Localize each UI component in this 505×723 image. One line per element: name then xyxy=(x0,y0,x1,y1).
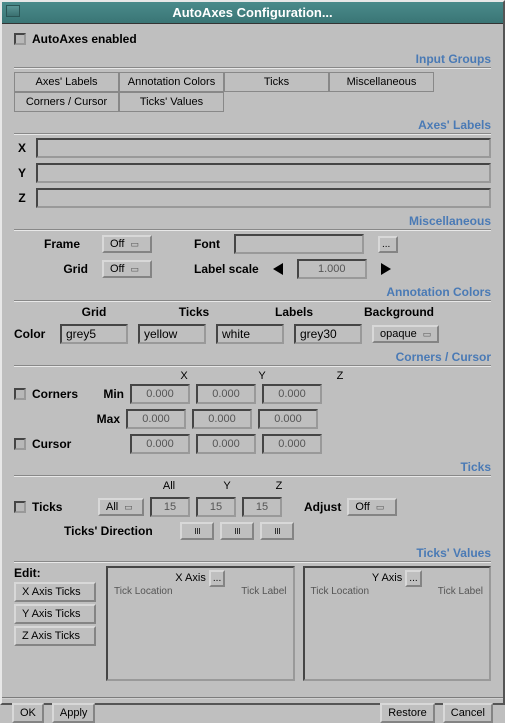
y-lab-h: Tick Label xyxy=(438,586,483,597)
frame-label: Frame xyxy=(44,237,88,251)
btn-annotation-colors[interactable]: Annotation Colors xyxy=(119,72,224,92)
cursor-z[interactable] xyxy=(262,434,322,454)
ticks-dir-z[interactable] xyxy=(260,522,294,540)
corners-max-z[interactable] xyxy=(258,409,318,429)
x-axis-ticks-button[interactable]: X Axis Ticks xyxy=(14,582,96,602)
label-scale-increment[interactable] xyxy=(381,263,391,275)
btn-ticks-values[interactable]: Ticks' Values xyxy=(119,92,224,112)
adjust-dropdown[interactable]: Off▭ xyxy=(347,498,397,516)
ticks-checkbox[interactable] xyxy=(14,501,26,513)
font-input[interactable] xyxy=(234,234,364,254)
color-row-label: Color xyxy=(14,327,50,341)
y-loc-h: Tick Location xyxy=(311,586,370,597)
btn-axes-labels[interactable]: Axes' Labels xyxy=(14,72,119,92)
cursor-label: Cursor xyxy=(32,437,88,451)
x-axis-header: X Axis xyxy=(175,572,206,584)
ticks-dir-x[interactable] xyxy=(180,522,214,540)
window-title: AutoAxes Configuration... xyxy=(172,5,332,20)
y-axis-ticks-button[interactable]: Y Axis Ticks xyxy=(14,604,96,624)
ticks-y-h: Y xyxy=(214,480,240,492)
cursor-x[interactable] xyxy=(130,434,190,454)
ticks-label: Ticks xyxy=(32,500,92,514)
window-titlebar: AutoAxes Configuration... xyxy=(2,2,503,24)
color-labels-input[interactable] xyxy=(216,324,284,344)
corners-checkbox[interactable] xyxy=(14,388,26,400)
section-anno-colors: Annotation Colors xyxy=(14,285,491,299)
section-input-groups: Input Groups xyxy=(14,52,491,66)
cancel-button[interactable]: Cancel xyxy=(443,703,493,723)
max-label: Max xyxy=(90,412,120,426)
footer-bar: OK Apply Restore Cancel xyxy=(2,697,503,723)
edit-label: Edit: xyxy=(14,566,98,580)
frame-dropdown[interactable]: Off▭ xyxy=(102,235,152,253)
ticks-dir-label: Ticks' Direction xyxy=(64,524,174,538)
ticks-z-n[interactable] xyxy=(242,497,282,517)
font-browse-button[interactable]: ... xyxy=(378,236,398,253)
restore-button[interactable]: Restore xyxy=(380,703,435,723)
btn-misc[interactable]: Miscellaneous xyxy=(329,72,434,92)
color-labels-h: Labels xyxy=(264,305,324,319)
input-groups-buttons: Axes' Labels Annotation Colors Ticks Mis… xyxy=(14,72,491,112)
y-axis-more[interactable]: ... xyxy=(405,570,421,587)
color-bg-input[interactable] xyxy=(294,324,362,344)
section-ticks-values: Ticks' Values xyxy=(14,546,491,560)
ticks-all-n[interactable] xyxy=(150,497,190,517)
label-scale-input[interactable] xyxy=(297,259,367,279)
corners-z-h: Z xyxy=(310,370,370,382)
opaque-dropdown[interactable]: opaque▭ xyxy=(372,325,439,343)
y-axis-values-box: Y Axis ... Tick Location Tick Label xyxy=(303,566,492,681)
ticks-dir-y[interactable] xyxy=(220,522,254,540)
color-ticks-h: Ticks xyxy=(164,305,224,319)
adjust-label: Adjust xyxy=(304,500,341,514)
corners-x-h: X xyxy=(154,370,214,382)
x-axis-values-box: X Axis ... Tick Location Tick Label xyxy=(106,566,295,681)
ticks-all-dropdown[interactable]: All▭ xyxy=(98,498,144,516)
label-scale-label: Label scale xyxy=(194,262,259,276)
btn-ticks[interactable]: Ticks xyxy=(224,72,329,92)
cursor-y[interactable] xyxy=(196,434,256,454)
corners-min-y[interactable] xyxy=(196,384,256,404)
y-input[interactable] xyxy=(36,163,491,183)
x-loc-h: Tick Location xyxy=(114,586,173,597)
grid-label: Grid xyxy=(44,262,88,276)
corners-label: Corners xyxy=(32,387,88,401)
label-scale-decrement[interactable] xyxy=(273,263,283,275)
window-menu-icon[interactable] xyxy=(6,5,20,17)
autoaxes-config-window: AutoAxes Configuration... AutoAxes enabl… xyxy=(0,0,505,705)
corners-max-x[interactable] xyxy=(126,409,186,429)
color-bg-h: Background xyxy=(364,305,434,319)
apply-button[interactable]: Apply xyxy=(52,703,96,723)
corners-y-h: Y xyxy=(232,370,292,382)
z-axis-ticks-button[interactable]: Z Axis Ticks xyxy=(14,626,96,646)
color-grid-input[interactable] xyxy=(60,324,128,344)
font-label: Font xyxy=(194,237,220,251)
ticks-z-h: Z xyxy=(266,480,292,492)
autoaxes-enabled-label: AutoAxes enabled xyxy=(32,32,137,46)
x-axis-more[interactable]: ... xyxy=(209,570,225,587)
ticks-all-h: All xyxy=(150,480,188,492)
corners-min-z[interactable] xyxy=(262,384,322,404)
autoaxes-enabled-checkbox[interactable] xyxy=(14,33,26,45)
btn-corners-cursor[interactable]: Corners / Cursor xyxy=(14,92,119,112)
y-axis-header: Y Axis xyxy=(372,572,402,584)
z-input[interactable] xyxy=(36,188,491,208)
x-lab-h: Tick Label xyxy=(241,586,286,597)
z-label: Z xyxy=(14,191,30,205)
ok-button[interactable]: OK xyxy=(12,703,44,723)
grid-dropdown[interactable]: Off▭ xyxy=(102,260,152,278)
section-axes-labels: Axes' Labels xyxy=(14,118,491,132)
section-corners: Corners / Cursor xyxy=(14,350,491,364)
x-label: X xyxy=(14,141,30,155)
ticks-y-n[interactable] xyxy=(196,497,236,517)
section-misc: Miscellaneous xyxy=(14,214,491,228)
color-ticks-input[interactable] xyxy=(138,324,206,344)
x-input[interactable] xyxy=(36,138,491,158)
section-ticks: Ticks xyxy=(14,460,491,474)
y-label: Y xyxy=(14,166,30,180)
corners-min-x[interactable] xyxy=(130,384,190,404)
corners-max-y[interactable] xyxy=(192,409,252,429)
color-grid-h: Grid xyxy=(64,305,124,319)
cursor-checkbox[interactable] xyxy=(14,438,26,450)
min-label: Min xyxy=(94,387,124,401)
